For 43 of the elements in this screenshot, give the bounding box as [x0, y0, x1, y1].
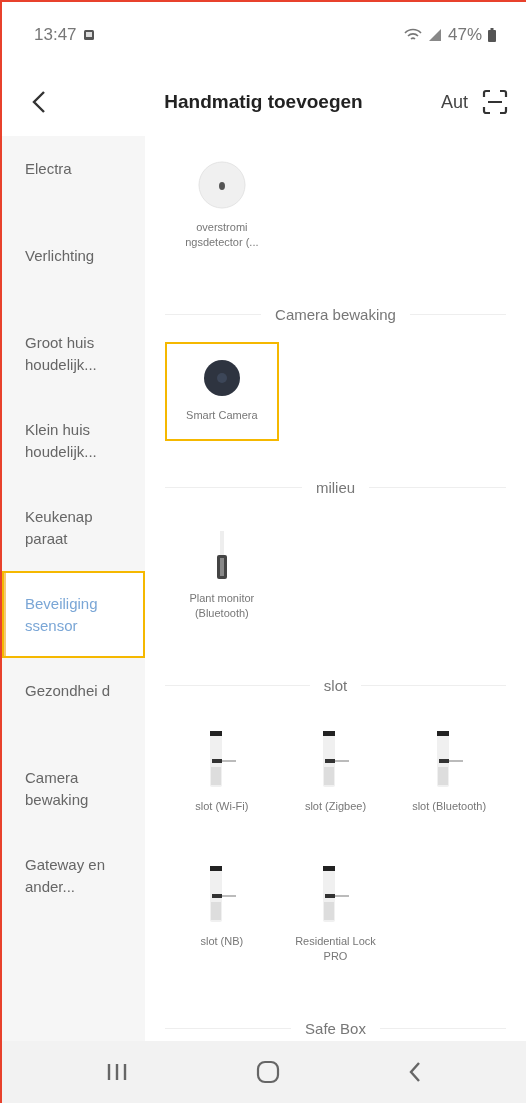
device-tile[interactable]: Smart Camera [165, 342, 279, 441]
device-name: Residential Lock PRO [294, 934, 377, 964]
category-item[interactable]: Gateway en ander... [2, 832, 112, 919]
category-item[interactable]: Gezondhei d [2, 658, 112, 745]
scan-icon[interactable] [482, 89, 508, 115]
status-time: 13:47 [34, 25, 77, 45]
battery-icon [488, 28, 496, 42]
section-title: Safe Box [305, 1019, 366, 1037]
section-title: milieu [315, 478, 356, 496]
auto-tab[interactable]: Aut [440, 91, 468, 113]
device-tile[interactable]: slot (Zigbee) [278, 713, 393, 832]
wifi-icon [403, 28, 422, 42]
category-item[interactable]: Verlichting [2, 223, 112, 310]
category-item[interactable]: Groot huis houdelijk... [2, 310, 112, 397]
plant-sensor-icon [214, 531, 229, 581]
camera-icon [201, 358, 242, 398]
home-icon[interactable] [256, 1060, 280, 1084]
category-item[interactable]: Keukenap paraat [2, 484, 112, 571]
device-tile[interactable]: overstromi ngsdetector (... [165, 144, 279, 268]
category-item[interactable]: Electra [2, 136, 112, 223]
device-tile[interactable]: slot (Wi-Fi) [165, 713, 279, 832]
signal-icon [427, 28, 442, 42]
device-name: slot (NB) [200, 934, 244, 949]
device-name: Smart Camera [186, 408, 258, 423]
notification-icon [82, 29, 95, 41]
device-tile[interactable]: Residential Lock PRO [278, 848, 393, 982]
device-tile[interactable]: Plant monitor (Bluetooth) [165, 515, 279, 639]
back-icon[interactable] [32, 90, 46, 114]
device-tile[interactable]: slot (NB) [165, 848, 279, 982]
category-item[interactable]: Camera bewaking [2, 745, 112, 832]
sensor-icon [196, 160, 247, 210]
section-title: Camera bewaking [275, 305, 396, 323]
device-name: slot (Wi-Fi) [195, 799, 249, 814]
section-title: slot [323, 676, 348, 694]
page-title: Handmatig toevoegen [163, 91, 364, 113]
device-tile[interactable]: slot (Bluetooth) [392, 713, 506, 832]
battery-percent: 47% [447, 25, 482, 45]
device-name: overstromi ngsdetector (... [184, 220, 260, 250]
device-name: slot (Bluetooth) [412, 799, 487, 814]
category-item[interactable]: Klein huis houdelijk... [2, 397, 112, 484]
device-name: Plant monitor (Bluetooth) [188, 591, 256, 621]
device-name: slot (Zigbee) [304, 799, 367, 814]
recent-apps-icon[interactable] [106, 1062, 128, 1082]
